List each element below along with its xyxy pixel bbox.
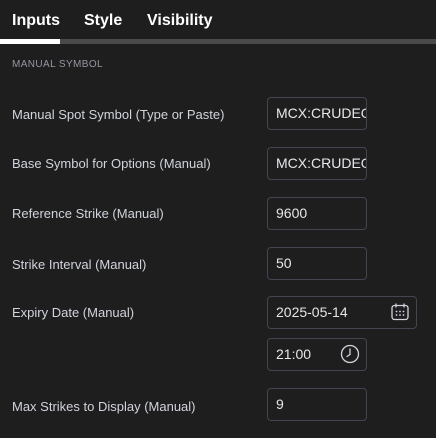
- tab-visibility[interactable]: Visibility: [147, 12, 213, 30]
- tab-inputs[interactable]: Inputs: [12, 12, 60, 30]
- max-strikes-input[interactable]: 9: [267, 388, 367, 421]
- tab-bar: Inputs Style Visibility: [0, 0, 436, 44]
- reference-strike-label: Reference Strike (Manual): [12, 206, 164, 221]
- clock-icon[interactable]: [339, 343, 361, 365]
- base-symbol-input[interactable]: MCX:CRUDEOIL: [267, 147, 367, 180]
- base-symbol-label: Base Symbol for Options (Manual): [12, 156, 211, 171]
- strike-interval-input[interactable]: 50: [267, 247, 367, 280]
- reference-strike-input[interactable]: 9600: [267, 197, 367, 230]
- max-strikes-label: Max Strikes to Display (Manual): [12, 399, 196, 414]
- section-title: MANUAL SYMBOL: [12, 59, 103, 70]
- strike-interval-label: Strike Interval (Manual): [12, 257, 147, 272]
- tab-underline-track: [0, 39, 436, 44]
- calendar-icon[interactable]: [389, 301, 411, 323]
- spot-symbol-label: Manual Spot Symbol (Type or Paste): [12, 107, 225, 122]
- expiry-date-label: Expiry Date (Manual): [12, 305, 135, 320]
- tab-style[interactable]: Style: [84, 12, 122, 30]
- spot-symbol-input[interactable]: MCX:CRUDEOIL1!: [267, 97, 367, 130]
- tab-active-indicator: [0, 39, 60, 44]
